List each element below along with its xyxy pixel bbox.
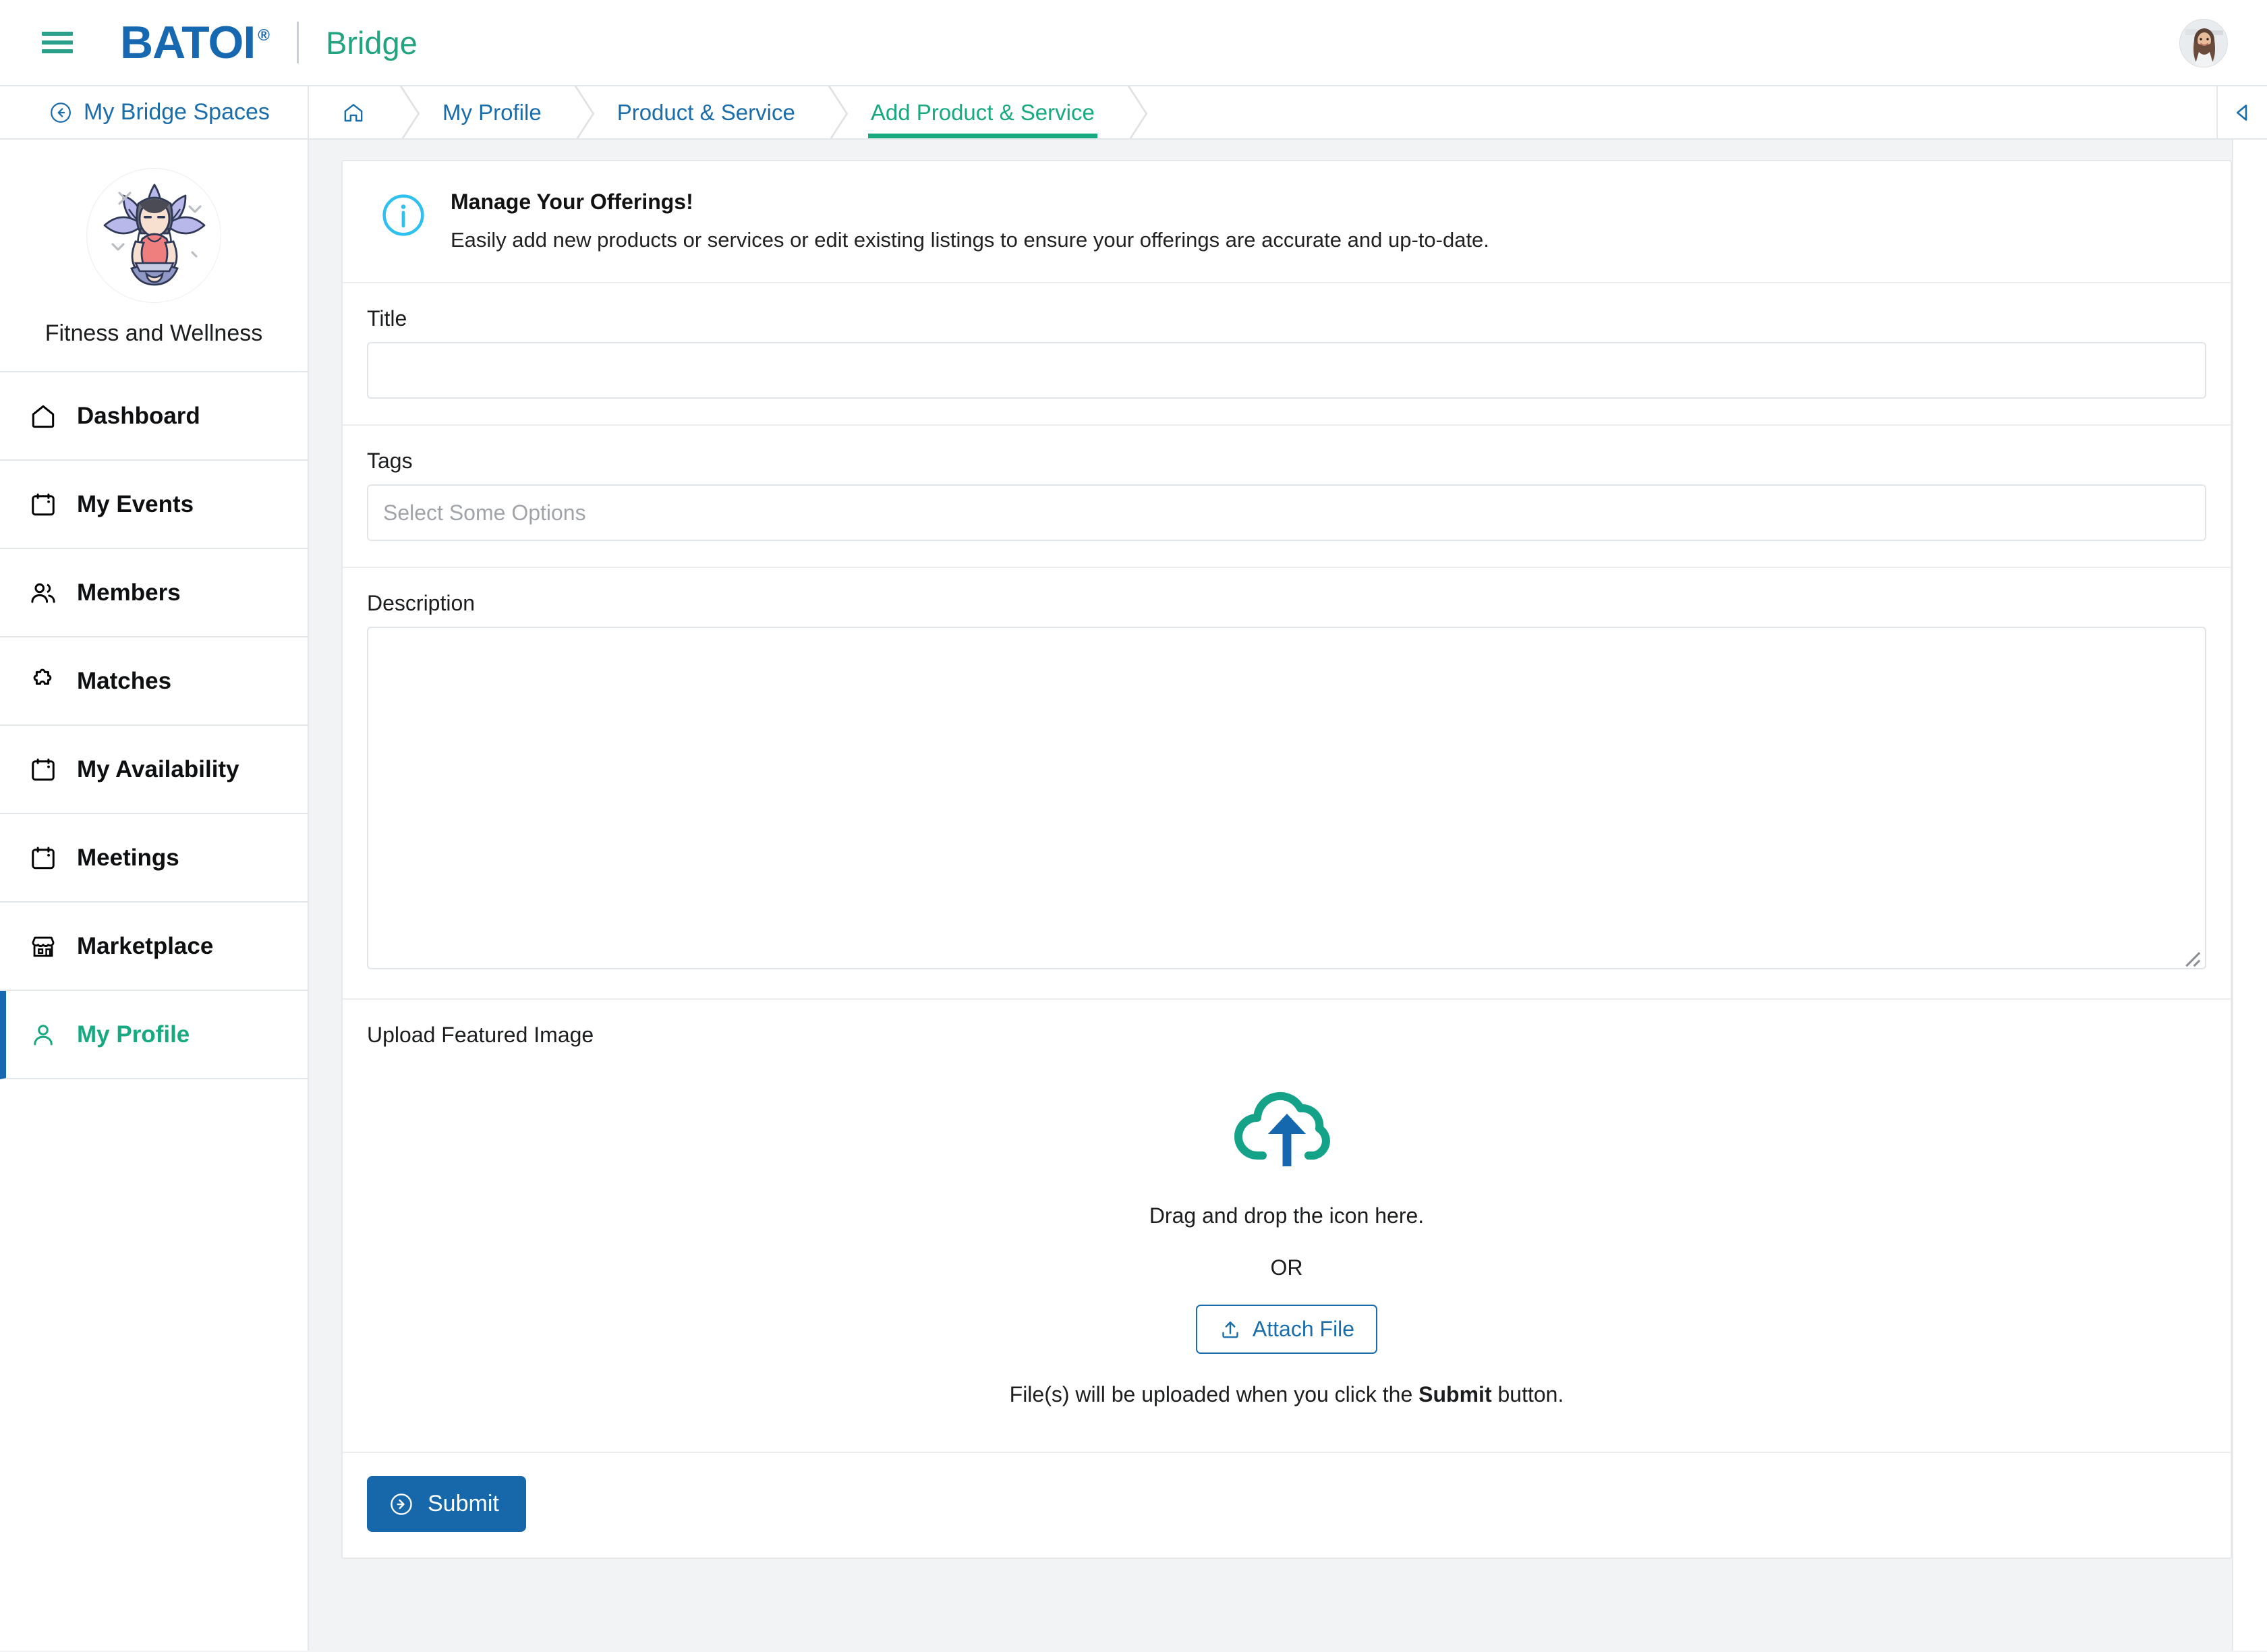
description-wrap <box>367 627 2206 973</box>
yoga-lotus-image <box>88 170 221 302</box>
hamburger-icon[interactable] <box>42 27 73 58</box>
add-product-service-card: Manage Your Offerings! Easily add new pr… <box>341 160 2232 1559</box>
dropzone-drag-text: Drag and drop the icon here. <box>1149 1203 1425 1228</box>
tags-field-group: Tags <box>343 426 2231 568</box>
breadcrumb-item-add-product-service[interactable]: Add Product & Service <box>848 86 1118 138</box>
breadcrumb-item-product-service[interactable]: Product & Service <box>594 86 818 138</box>
batoi-logo: BATOI ® <box>120 16 270 69</box>
breadcrumb-home[interactable] <box>309 86 390 138</box>
chevron-left-icon <box>2236 104 2247 121</box>
title-label: Title <box>367 306 407 331</box>
main-column: Manage Your Offerings! Easily add new pr… <box>309 140 2232 1651</box>
storefront-icon <box>28 932 58 961</box>
description-label: Description <box>367 591 476 615</box>
sidebar-item-label: Meetings <box>77 844 179 871</box>
product-label[interactable]: Bridge <box>326 24 418 61</box>
dropzone-note-suffix: button. <box>1491 1382 1564 1406</box>
title-input[interactable] <box>367 342 2206 399</box>
yoga-lotus-avatar <box>86 168 221 303</box>
space-name: Fitness and Wellness <box>45 320 263 346</box>
breadcrumb-separator <box>818 86 848 138</box>
breadcrumb: My Profile Product & Service Add Product… <box>309 86 2267 140</box>
brand-logo[interactable]: BATOI ® Bridge <box>120 16 418 69</box>
info-banner: Manage Your Offerings! Easily add new pr… <box>343 161 2231 283</box>
submit-button[interactable]: Submit <box>367 1476 526 1532</box>
space-card: Fitness and Wellness <box>0 140 308 372</box>
upload-field-group: Upload Featured Image Drag and drop the … <box>343 1000 2231 1453</box>
cloud-upload-icon <box>367 1088 2206 1175</box>
upload-icon <box>1222 1321 1238 1338</box>
dropzone[interactable]: Drag and drop the icon here. OR Attach F… <box>367 1058 2206 1425</box>
content-area: My Profile Product & Service Add Product… <box>309 86 2267 1651</box>
back-label: My Bridge Spaces <box>84 99 270 125</box>
attach-file-button[interactable]: Attach File <box>1195 1305 1378 1354</box>
home-icon <box>344 103 363 121</box>
page-body: My Bridge Spaces Fitness and Wellness Da… <box>0 86 2267 1651</box>
sidebar-item-label: Dashboard <box>77 402 200 429</box>
sidebar-item-marketplace[interactable]: Marketplace <box>0 903 308 991</box>
title-field-group: Title <box>343 283 2231 426</box>
upload-label: Upload Featured Image <box>367 1023 594 1047</box>
breadcrumb-item-my-profile[interactable]: My Profile <box>420 86 565 138</box>
logo-text: BATOI <box>120 17 256 68</box>
calendar-icon <box>28 843 58 873</box>
dropzone-note: File(s) will be uploaded when you click … <box>367 1382 2206 1407</box>
dropzone-note-bold: Submit <box>1418 1382 1492 1406</box>
description-textarea[interactable] <box>367 627 2206 969</box>
sidebar-item-matches[interactable]: Matches <box>0 637 308 726</box>
breadcrumb-collapse-button[interactable] <box>2216 86 2267 138</box>
sidebar-item-label: My Events <box>77 490 194 517</box>
sidebar-item-dashboard[interactable]: Dashboard <box>0 372 308 461</box>
info-banner-text: Manage Your Offerings! Easily add new pr… <box>451 190 1489 252</box>
breadcrumb-items: My Profile Product & Service Add Product… <box>309 86 2216 138</box>
breadcrumb-separator <box>565 86 594 138</box>
submit-section: Submit <box>343 1453 2231 1558</box>
submit-label: Submit <box>428 1491 499 1516</box>
arrow-right-circle-icon <box>391 1493 412 1515</box>
user-avatar-image <box>2180 20 2227 67</box>
dropzone-or-text: OR <box>1270 1255 1303 1280</box>
arrow-left-circle-icon <box>51 102 71 123</box>
sidebar-item-meetings[interactable]: Meetings <box>0 814 308 903</box>
info-banner-title: Manage Your Offerings! <box>451 190 693 214</box>
top-bar: BATOI ® Bridge <box>0 0 2267 86</box>
avatar[interactable] <box>2179 19 2228 67</box>
calendar-icon <box>28 755 58 785</box>
sidebar-item-label: Matches <box>77 667 172 694</box>
right-rail <box>2232 140 2267 1651</box>
attach-file-label: Attach File <box>1252 1317 1355 1341</box>
calendar-icon <box>28 490 58 519</box>
tags-label: Tags <box>367 449 413 473</box>
logo-divider <box>296 22 299 63</box>
sidebar-item-label: My Profile <box>77 1021 190 1048</box>
info-circle-icon <box>380 192 426 241</box>
scroll-body: Manage Your Offerings! Easily add new pr… <box>309 140 2267 1651</box>
sidebar-item-members[interactable]: Members <box>0 549 308 637</box>
info-banner-description: Easily add new products or services or e… <box>451 228 1489 252</box>
breadcrumb-separator <box>1118 86 1147 138</box>
person-icon <box>28 1020 58 1050</box>
sidebar-item-label: Members <box>77 579 181 606</box>
sidebar-item-label: Marketplace <box>77 932 214 959</box>
sidebar-item-my-events[interactable]: My Events <box>0 461 308 549</box>
breadcrumb-separator <box>390 86 420 138</box>
sidebar: My Bridge Spaces Fitness and Wellness Da… <box>0 86 309 1651</box>
back-to-bridge-spaces[interactable]: My Bridge Spaces <box>0 86 308 140</box>
sidebar-item-label: My Availability <box>77 756 239 782</box>
dropzone-note-prefix: File(s) will be uploaded when you click … <box>1009 1382 1419 1406</box>
description-field-group: Description <box>343 568 2231 1000</box>
tags-input[interactable] <box>367 484 2206 541</box>
users-icon <box>28 578 58 608</box>
home-icon <box>28 401 58 431</box>
sidebar-item-my-profile[interactable]: My Profile <box>0 991 308 1079</box>
registered-mark: ® <box>258 26 270 45</box>
sidebar-item-my-availability[interactable]: My Availability <box>0 726 308 814</box>
puzzle-icon <box>28 666 58 696</box>
